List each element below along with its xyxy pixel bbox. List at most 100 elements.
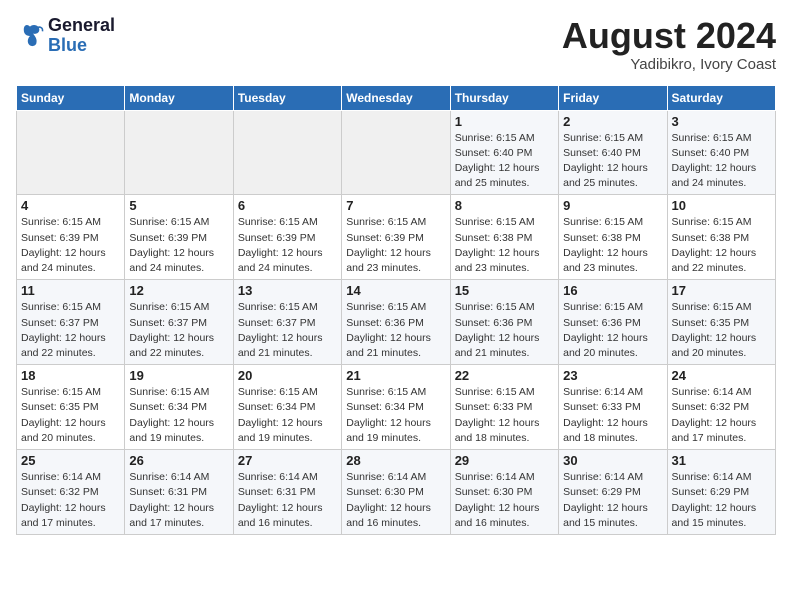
day-info: Sunrise: 6:15 AM Sunset: 6:35 PM Dayligh… xyxy=(672,300,771,361)
calendar-cell: 2 Sunrise: 6:15 AM Sunset: 6:40 PM Daylig… xyxy=(559,110,667,195)
day-number: 26 xyxy=(129,453,228,468)
calendar-cell: 31Sunrise: 6:14 AM Sunset: 6:29 PM Dayli… xyxy=(667,450,775,535)
calendar-cell: 25Sunrise: 6:14 AM Sunset: 6:32 PM Dayli… xyxy=(17,450,125,535)
calendar-week-5: 25Sunrise: 6:14 AM Sunset: 6:32 PM Dayli… xyxy=(17,450,776,535)
logo-icon xyxy=(16,22,44,50)
day-number: 16 xyxy=(563,283,662,298)
day-number: 22 xyxy=(455,368,554,383)
calendar-cell: 11Sunrise: 6:15 AM Sunset: 6:37 PM Dayli… xyxy=(17,280,125,365)
day-info: Sunrise: 6:15 AM Sunset: 6:38 PM Dayligh… xyxy=(672,215,771,276)
day-number: 18 xyxy=(21,368,120,383)
day-info: Sunrise: 6:15 AM Sunset: 6:37 PM Dayligh… xyxy=(129,300,228,361)
calendar-cell xyxy=(125,110,233,195)
day-info: Sunrise: 6:15 AM Sunset: 6:36 PM Dayligh… xyxy=(455,300,554,361)
calendar-cell: 9 Sunrise: 6:15 AM Sunset: 6:38 PM Daylig… xyxy=(559,195,667,280)
day-info: Sunrise: 6:15 AM Sunset: 6:38 PM Dayligh… xyxy=(455,215,554,276)
day-number: 14 xyxy=(346,283,445,298)
day-number: 1 xyxy=(455,114,554,129)
day-info: Sunrise: 6:15 AM Sunset: 6:34 PM Dayligh… xyxy=(238,385,337,446)
calendar-cell: 22 Sunrise: 6:15 AM Sunset: 6:33 PM Dayli… xyxy=(450,365,558,450)
calendar-cell: 7 Sunrise: 6:15 AM Sunset: 6:39 PM Daylig… xyxy=(342,195,450,280)
calendar-cell: 5Sunrise: 6:15 AM Sunset: 6:39 PM Daylig… xyxy=(125,195,233,280)
calendar-cell: 23Sunrise: 6:14 AM Sunset: 6:33 PM Dayli… xyxy=(559,365,667,450)
day-number: 12 xyxy=(129,283,228,298)
weekday-header-saturday: Saturday xyxy=(667,85,775,110)
calendar-week-4: 18 Sunrise: 6:15 AM Sunset: 6:35 PM Dayli… xyxy=(17,365,776,450)
weekday-header-wednesday: Wednesday xyxy=(342,85,450,110)
day-number: 6 xyxy=(238,198,337,213)
calendar-cell: 18 Sunrise: 6:15 AM Sunset: 6:35 PM Dayli… xyxy=(17,365,125,450)
weekday-header-friday: Friday xyxy=(559,85,667,110)
day-info: Sunrise: 6:15 AM Sunset: 6:35 PM Dayligh… xyxy=(21,385,120,446)
calendar-cell: 12 Sunrise: 6:15 AM Sunset: 6:37 PM Dayli… xyxy=(125,280,233,365)
calendar-cell: 24 Sunrise: 6:14 AM Sunset: 6:32 PM Dayli… xyxy=(667,365,775,450)
calendar-body: 1 Sunrise: 6:15 AM Sunset: 6:40 PM Daylig… xyxy=(17,110,776,534)
calendar-cell: 10Sunrise: 6:15 AM Sunset: 6:38 PM Dayli… xyxy=(667,195,775,280)
title-block: August 2024 Yadibikro, Ivory Coast xyxy=(562,16,776,73)
day-info: Sunrise: 6:15 AM Sunset: 6:36 PM Dayligh… xyxy=(563,300,662,361)
day-info: Sunrise: 6:15 AM Sunset: 6:34 PM Dayligh… xyxy=(129,385,228,446)
day-info: Sunrise: 6:15 AM Sunset: 6:40 PM Dayligh… xyxy=(672,131,771,192)
calendar-cell: 15 Sunrise: 6:15 AM Sunset: 6:36 PM Dayli… xyxy=(450,280,558,365)
calendar-cell: 14 Sunrise: 6:15 AM Sunset: 6:36 PM Dayli… xyxy=(342,280,450,365)
calendar-cell: 19Sunrise: 6:15 AM Sunset: 6:34 PM Dayli… xyxy=(125,365,233,450)
day-number: 9 xyxy=(563,198,662,213)
day-number: 21 xyxy=(346,368,445,383)
day-info: Sunrise: 6:15 AM Sunset: 6:40 PM Dayligh… xyxy=(455,131,554,192)
calendar-cell: 6 Sunrise: 6:15 AM Sunset: 6:39 PM Daylig… xyxy=(233,195,341,280)
day-info: Sunrise: 6:14 AM Sunset: 6:31 PM Dayligh… xyxy=(129,470,228,531)
logo-text: General Blue xyxy=(48,16,115,56)
day-number: 27 xyxy=(238,453,337,468)
calendar-cell: 28 Sunrise: 6:14 AM Sunset: 6:30 PM Dayli… xyxy=(342,450,450,535)
day-info: Sunrise: 6:15 AM Sunset: 6:39 PM Dayligh… xyxy=(129,215,228,276)
day-info: Sunrise: 6:14 AM Sunset: 6:30 PM Dayligh… xyxy=(346,470,445,531)
day-number: 20 xyxy=(238,368,337,383)
day-info: Sunrise: 6:15 AM Sunset: 6:39 PM Dayligh… xyxy=(346,215,445,276)
day-info: Sunrise: 6:15 AM Sunset: 6:40 PM Dayligh… xyxy=(563,131,662,192)
page-header: General Blue August 2024 Yadibikro, Ivor… xyxy=(16,16,776,73)
weekday-header-thursday: Thursday xyxy=(450,85,558,110)
calendar-cell: 1 Sunrise: 6:15 AM Sunset: 6:40 PM Daylig… xyxy=(450,110,558,195)
day-number: 17 xyxy=(672,283,771,298)
calendar-cell: 26 Sunrise: 6:14 AM Sunset: 6:31 PM Dayli… xyxy=(125,450,233,535)
calendar-week-2: 4 Sunrise: 6:15 AM Sunset: 6:39 PM Daylig… xyxy=(17,195,776,280)
calendar-cell: 13Sunrise: 6:15 AM Sunset: 6:37 PM Dayli… xyxy=(233,280,341,365)
logo: General Blue xyxy=(16,16,115,56)
calendar-subtitle: Yadibikro, Ivory Coast xyxy=(562,56,776,73)
day-info: Sunrise: 6:15 AM Sunset: 6:39 PM Dayligh… xyxy=(21,215,120,276)
day-info: Sunrise: 6:15 AM Sunset: 6:38 PM Dayligh… xyxy=(563,215,662,276)
day-number: 8 xyxy=(455,198,554,213)
day-number: 7 xyxy=(346,198,445,213)
calendar-title: August 2024 xyxy=(562,16,776,56)
day-info: Sunrise: 6:14 AM Sunset: 6:32 PM Dayligh… xyxy=(672,385,771,446)
day-number: 13 xyxy=(238,283,337,298)
day-info: Sunrise: 6:15 AM Sunset: 6:36 PM Dayligh… xyxy=(346,300,445,361)
calendar-cell: 8 Sunrise: 6:15 AM Sunset: 6:38 PM Daylig… xyxy=(450,195,558,280)
weekday-header-row: SundayMondayTuesdayWednesdayThursdayFrid… xyxy=(17,85,776,110)
day-number: 4 xyxy=(21,198,120,213)
day-number: 29 xyxy=(455,453,554,468)
calendar-week-1: 1 Sunrise: 6:15 AM Sunset: 6:40 PM Daylig… xyxy=(17,110,776,195)
calendar-cell xyxy=(342,110,450,195)
day-info: Sunrise: 6:14 AM Sunset: 6:31 PM Dayligh… xyxy=(238,470,337,531)
calendar-cell: 16 Sunrise: 6:15 AM Sunset: 6:36 PM Dayli… xyxy=(559,280,667,365)
day-info: Sunrise: 6:15 AM Sunset: 6:33 PM Dayligh… xyxy=(455,385,554,446)
calendar-cell: 17 Sunrise: 6:15 AM Sunset: 6:35 PM Dayli… xyxy=(667,280,775,365)
day-number: 15 xyxy=(455,283,554,298)
weekday-header-sunday: Sunday xyxy=(17,85,125,110)
calendar-cell xyxy=(17,110,125,195)
day-number: 28 xyxy=(346,453,445,468)
calendar-week-3: 11Sunrise: 6:15 AM Sunset: 6:37 PM Dayli… xyxy=(17,280,776,365)
calendar-cell: 21 Sunrise: 6:15 AM Sunset: 6:34 PM Dayli… xyxy=(342,365,450,450)
calendar-cell: 30Sunrise: 6:14 AM Sunset: 6:29 PM Dayli… xyxy=(559,450,667,535)
day-number: 30 xyxy=(563,453,662,468)
calendar-cell: 3Sunrise: 6:15 AM Sunset: 6:40 PM Daylig… xyxy=(667,110,775,195)
day-number: 24 xyxy=(672,368,771,383)
day-number: 23 xyxy=(563,368,662,383)
calendar-cell: 4 Sunrise: 6:15 AM Sunset: 6:39 PM Daylig… xyxy=(17,195,125,280)
day-number: 31 xyxy=(672,453,771,468)
day-number: 2 xyxy=(563,114,662,129)
weekday-header-tuesday: Tuesday xyxy=(233,85,341,110)
day-info: Sunrise: 6:15 AM Sunset: 6:39 PM Dayligh… xyxy=(238,215,337,276)
day-info: Sunrise: 6:15 AM Sunset: 6:34 PM Dayligh… xyxy=(346,385,445,446)
